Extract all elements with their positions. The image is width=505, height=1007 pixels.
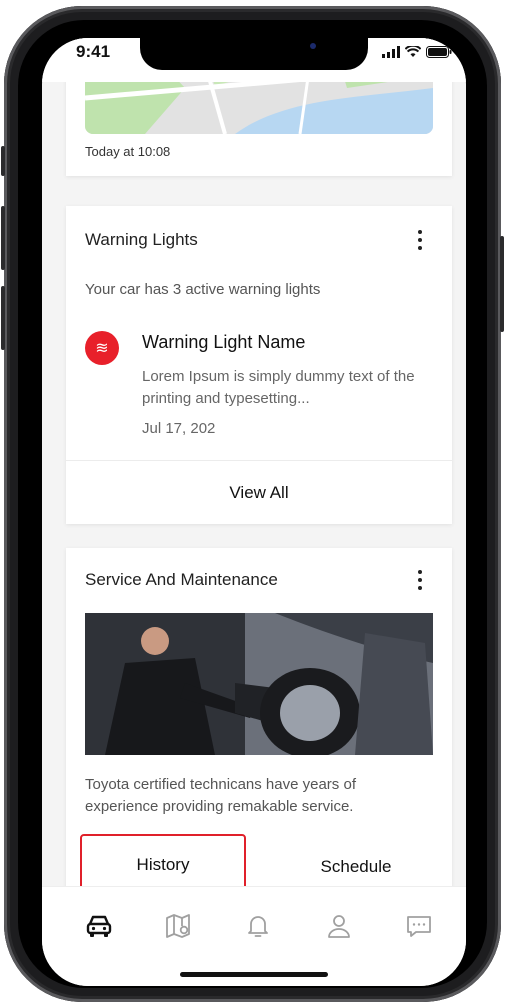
bottom-navigation [42,886,466,986]
device-notch [140,38,368,70]
service-description: Toyota certified technicans have years o… [85,776,356,815]
chat-icon [407,916,431,937]
warning-light-icon: ≋ [85,331,119,365]
volume-down-button [1,286,5,350]
service-technician-image [85,613,433,755]
nav-notifications[interactable] [243,911,273,941]
schedule-tab-button[interactable]: Schedule [274,838,438,886]
technician-photo-graphic [85,613,433,755]
cellular-signal-icon [382,46,400,58]
mute-switch [1,146,5,176]
nav-messages[interactable] [404,911,434,941]
front-camera [310,43,316,49]
warning-lights-card: Warning Lights Your car has 3 active war… [66,206,452,524]
status-time: 9:41 [76,42,111,61]
location-timestamp: Today at 10:08 [85,144,171,159]
map-icon [166,914,190,938]
service-card-more-icon[interactable] [418,570,422,590]
home-indicator[interactable] [180,972,328,977]
bell-icon [248,916,268,937]
warning-count-text: Your car has 3 active warning lights [85,281,321,298]
nav-map[interactable] [163,911,193,941]
battery-icon [426,46,452,58]
nav-profile[interactable] [324,911,354,941]
system-icons [382,46,452,58]
nav-car[interactable] [84,911,114,941]
wifi-icon [405,46,421,57]
car-icon [86,915,112,937]
warning-light-date: Jul 17, 202 [142,420,216,437]
warning-light-description: Lorem Ipsum is simply dummy text of the … [142,368,415,407]
app-screen: Today at 10:08 Warning Lights Your car h… [42,38,466,986]
warning-light-name[interactable]: Warning Light Name [142,332,305,353]
person-icon [328,915,350,938]
warning-card-more-icon[interactable] [418,230,422,250]
view-all-button[interactable]: View All [66,460,452,525]
volume-up-button [1,206,5,270]
warning-card-title: Warning Lights [85,230,198,249]
service-maintenance-card: Service And Maintenance Toyota certified… [66,548,452,886]
service-card-title: Service And Maintenance [85,570,278,589]
power-button [500,236,504,332]
scroll-content[interactable]: Today at 10:08 Warning Lights Your car h… [42,38,466,886]
history-tab-button[interactable]: History [80,834,246,886]
